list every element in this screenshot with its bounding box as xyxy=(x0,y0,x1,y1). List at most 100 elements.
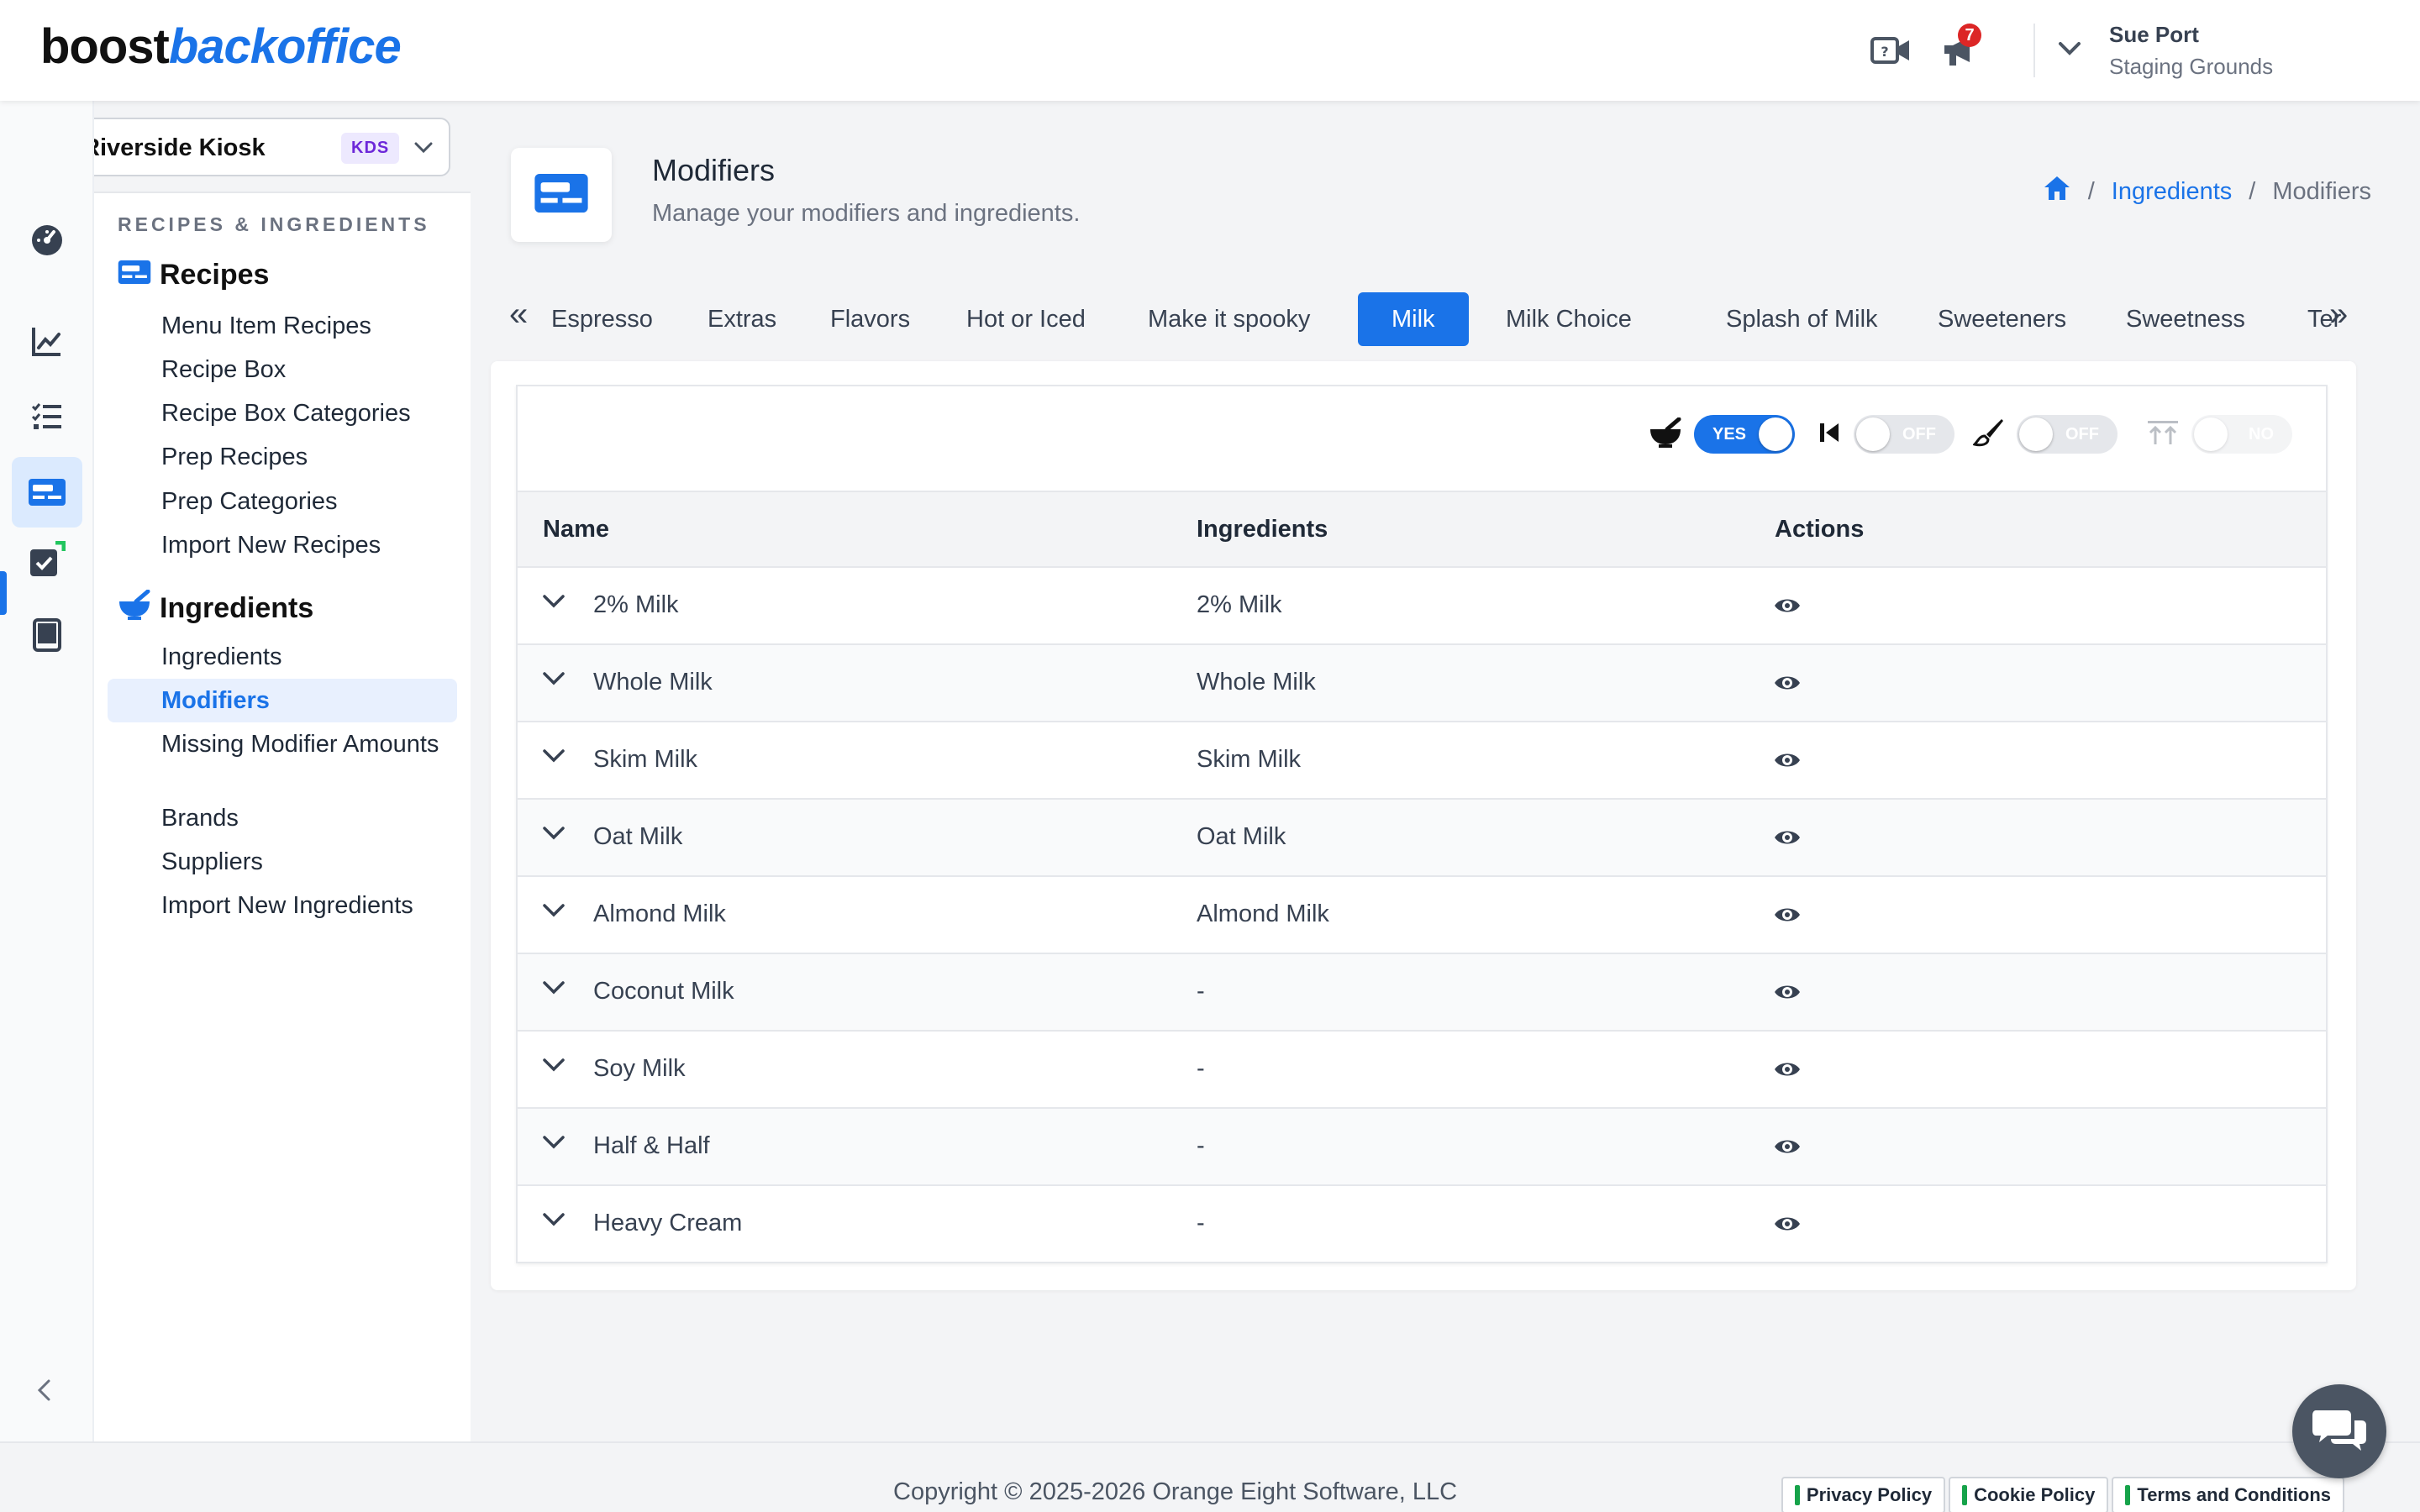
tab-milk[interactable]: Milk xyxy=(1358,292,1469,346)
task-check-icon[interactable] xyxy=(22,534,72,585)
submenu-item-ingredients[interactable]: Ingredients xyxy=(161,642,464,672)
view-eye-icon[interactable] xyxy=(1773,672,1802,698)
chevron-down-icon[interactable] xyxy=(2057,40,2082,61)
toggle-group-mortar: YES xyxy=(1649,415,1795,454)
expand-chevron-icon[interactable] xyxy=(541,902,566,923)
toggle-knob xyxy=(1759,417,1792,451)
submenu-item-missing-modifier-amounts[interactable]: Missing Modifier Amounts xyxy=(161,729,464,759)
table-row[interactable]: Whole Milk Whole Milk xyxy=(518,645,2326,722)
toggle-knob xyxy=(2019,417,2053,451)
tab-milk-choice[interactable]: Milk Choice xyxy=(1472,292,1665,346)
analytics-chart-icon[interactable] xyxy=(22,316,72,366)
recipe-card-icon xyxy=(118,259,151,291)
row-ingredients: Almond Milk xyxy=(1197,900,1329,927)
view-eye-icon[interactable] xyxy=(1773,904,1802,930)
table-row[interactable]: Half & Half - xyxy=(518,1109,2326,1186)
column-header-name[interactable]: Name xyxy=(543,516,609,543)
section-label: RECIPES & INGREDIENTS xyxy=(118,213,430,235)
expand-chevron-icon[interactable] xyxy=(541,979,566,1000)
row-name: Whole Milk xyxy=(593,669,713,696)
row-name: Half & Half xyxy=(593,1132,710,1159)
dashboard-icon[interactable] xyxy=(22,215,72,265)
view-eye-icon[interactable] xyxy=(1773,1136,1802,1162)
location-tag: KDS xyxy=(341,133,400,164)
cookie-policy-link[interactable]: Cookie Policy xyxy=(1949,1477,2109,1512)
tab-espresso[interactable]: Espresso xyxy=(518,292,687,346)
toggle-switch-mortar[interactable]: YES xyxy=(1694,415,1795,454)
row-name: Almond Milk xyxy=(593,900,726,927)
table-row[interactable]: Skim Milk Skim Milk xyxy=(518,722,2326,800)
submenu-item-prep-recipes[interactable]: Prep Recipes xyxy=(161,442,464,472)
recipe-card-icon[interactable] xyxy=(12,457,82,528)
tab-hot-or-iced[interactable]: Hot or Iced xyxy=(933,292,1119,346)
submenu-item-recipe-box[interactable]: Recipe Box xyxy=(161,354,464,385)
row-name: Oat Milk xyxy=(593,823,683,850)
expand-chevron-icon[interactable] xyxy=(541,1057,566,1078)
table-row[interactable]: Heavy Cream - xyxy=(518,1186,2326,1263)
terms-and-conditions-link[interactable]: Terms and Conditions xyxy=(2112,1477,2344,1512)
row-ingredients: - xyxy=(1197,1132,1205,1159)
submenu-item-brands[interactable]: Brands xyxy=(161,803,464,833)
group-ingredients[interactable]: Ingredients xyxy=(118,589,313,627)
column-header-ingredients[interactable]: Ingredients xyxy=(1197,516,1328,543)
submenu-item-import-new-recipes[interactable]: Import New Recipes xyxy=(161,530,464,560)
breadcrumb-ingredients[interactable]: Ingredients xyxy=(2112,178,2233,206)
submenu-item-import-new-ingredients[interactable]: Import New Ingredients xyxy=(161,890,464,921)
submenu-item-suppliers[interactable]: Suppliers xyxy=(161,847,464,877)
table-row[interactable]: 2% Milk 2% Milk xyxy=(518,568,2326,645)
video-help-icon[interactable]: ? xyxy=(1870,34,1911,71)
location-name: Riverside Kiosk xyxy=(82,134,266,161)
privacy-policy-link[interactable]: Privacy Policy xyxy=(1781,1477,1946,1512)
view-eye-icon[interactable] xyxy=(1773,1058,1802,1084)
table-toolbar: YES OFF OFF NO xyxy=(518,386,2326,491)
view-eye-icon[interactable] xyxy=(1773,749,1802,775)
brush-icon xyxy=(1972,417,2005,452)
table-row[interactable]: Coconut Milk - xyxy=(518,954,2326,1032)
chevron-down-icon xyxy=(413,141,434,159)
expand-chevron-icon[interactable] xyxy=(541,825,566,846)
checklist-icon[interactable] xyxy=(22,391,72,442)
submenu-item-recipe-box-categories[interactable]: Recipe Box Categories xyxy=(161,398,464,428)
header-divider xyxy=(2033,24,2035,77)
submenu-item-modifiers[interactable]: Modifiers xyxy=(108,679,457,722)
tab-flavors[interactable]: Flavors xyxy=(797,292,944,346)
submenu-item-prep-categories[interactable]: Prep Categories xyxy=(161,486,464,517)
group-recipes[interactable]: Recipes xyxy=(118,259,269,291)
user-name[interactable]: Sue Port xyxy=(2109,22,2199,48)
expand-chevron-icon[interactable] xyxy=(541,748,566,769)
view-eye-icon[interactable] xyxy=(1773,1213,1802,1239)
user-organization: Staging Grounds xyxy=(2109,54,2274,79)
view-eye-icon[interactable] xyxy=(1773,981,1802,1007)
chat-bubbles-icon xyxy=(2312,1407,2366,1457)
tab-sweeteners[interactable]: Sweeteners xyxy=(1904,292,2100,346)
modifier-tabs: « Espresso Extras Flavors Hot or Iced Ma… xyxy=(504,286,2353,353)
tab-sweetness[interactable]: Sweetness xyxy=(2092,292,2279,346)
view-eye-icon[interactable] xyxy=(1773,827,1802,853)
collapse-sidebar-icon[interactable] xyxy=(34,1378,54,1407)
row-name: 2% Milk xyxy=(593,591,679,618)
chat-button[interactable] xyxy=(2292,1384,2386,1478)
app-logo[interactable]: boostbackoffice xyxy=(40,18,402,75)
expand-chevron-icon[interactable] xyxy=(541,1134,566,1155)
submenu-item-menu-item-recipes[interactable]: Menu Item Recipes xyxy=(161,311,464,341)
table-row[interactable]: Almond Milk Almond Milk xyxy=(518,877,2326,954)
expand-chevron-icon[interactable] xyxy=(541,593,566,614)
view-eye-icon[interactable] xyxy=(1773,595,1802,621)
table-row[interactable]: Soy Milk - xyxy=(518,1032,2326,1109)
tabs-next-icon[interactable]: » xyxy=(2329,296,2348,333)
toggle-switch-sort[interactable]: NO xyxy=(2191,415,2292,454)
table-row[interactable]: Oat Milk Oat Milk xyxy=(518,800,2326,877)
expand-chevron-icon[interactable] xyxy=(541,670,566,691)
nav-rail xyxy=(0,101,94,1445)
row-ingredients: Whole Milk xyxy=(1197,669,1316,696)
tab-make-it-spooky[interactable]: Make it spooky xyxy=(1114,292,1344,346)
tab-splash-of-milk[interactable]: Splash of Milk xyxy=(1692,292,1912,346)
page-footer: Copyright © 2025-2026 Orange Eight Softw… xyxy=(0,1441,2420,1512)
expand-chevron-icon[interactable] xyxy=(541,1211,566,1232)
link-marker xyxy=(1962,1485,1968,1505)
home-icon[interactable] xyxy=(2043,175,2071,208)
tab-extras[interactable]: Extras xyxy=(674,292,810,346)
tablet-icon[interactable] xyxy=(22,610,72,660)
toggle-switch-brush[interactable]: OFF xyxy=(2017,415,2118,454)
toggle-switch-skip[interactable]: OFF xyxy=(1854,415,1954,454)
